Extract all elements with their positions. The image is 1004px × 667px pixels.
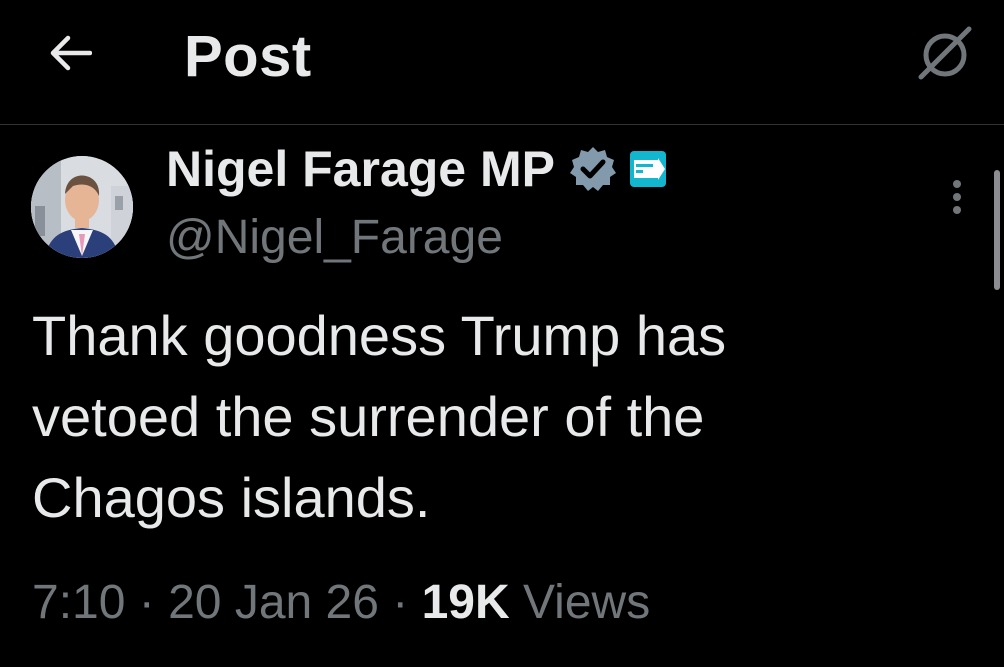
avatar[interactable] bbox=[31, 156, 133, 258]
back-button[interactable] bbox=[44, 30, 96, 76]
grok-button[interactable] bbox=[912, 22, 978, 84]
views-count: 19K bbox=[421, 576, 510, 629]
grok-icon bbox=[918, 26, 972, 80]
affiliate-logo-icon bbox=[630, 151, 666, 187]
meta-separator: · bbox=[392, 576, 409, 629]
post-text-line: vetoed the surrender of the bbox=[32, 385, 705, 448]
reform-uk-affiliate-badge[interactable] bbox=[629, 150, 667, 188]
post-text: Thank goodness Trump has vetoed the surr… bbox=[32, 295, 932, 538]
profile-photo bbox=[31, 156, 133, 258]
post-date[interactable]: 20 Jan 26 bbox=[168, 576, 379, 629]
arrow-left-icon bbox=[50, 35, 92, 71]
meta-separator: · bbox=[138, 576, 155, 629]
author-handle[interactable]: @Nigel_Farage bbox=[166, 208, 503, 268]
top-app-bar: Post bbox=[0, 0, 1004, 125]
views-label: Views bbox=[523, 576, 651, 629]
author-display-name[interactable]: Nigel Farage MP bbox=[166, 138, 555, 200]
author-name-row: Nigel Farage MP bbox=[166, 138, 667, 200]
scrollbar-thumb[interactable] bbox=[994, 170, 1000, 290]
verified-badge-icon[interactable] bbox=[569, 144, 619, 194]
more-options-button[interactable] bbox=[940, 176, 974, 218]
post-text-line: Chagos islands. bbox=[32, 466, 431, 529]
post-text-line: Thank goodness Trump has bbox=[32, 304, 727, 367]
post-time[interactable]: 7:10 bbox=[32, 576, 125, 629]
page-title: Post bbox=[184, 24, 312, 89]
more-vertical-icon bbox=[953, 180, 961, 214]
post-metadata: 7:10 · 20 Jan 26 · 19K Views bbox=[32, 570, 650, 636]
